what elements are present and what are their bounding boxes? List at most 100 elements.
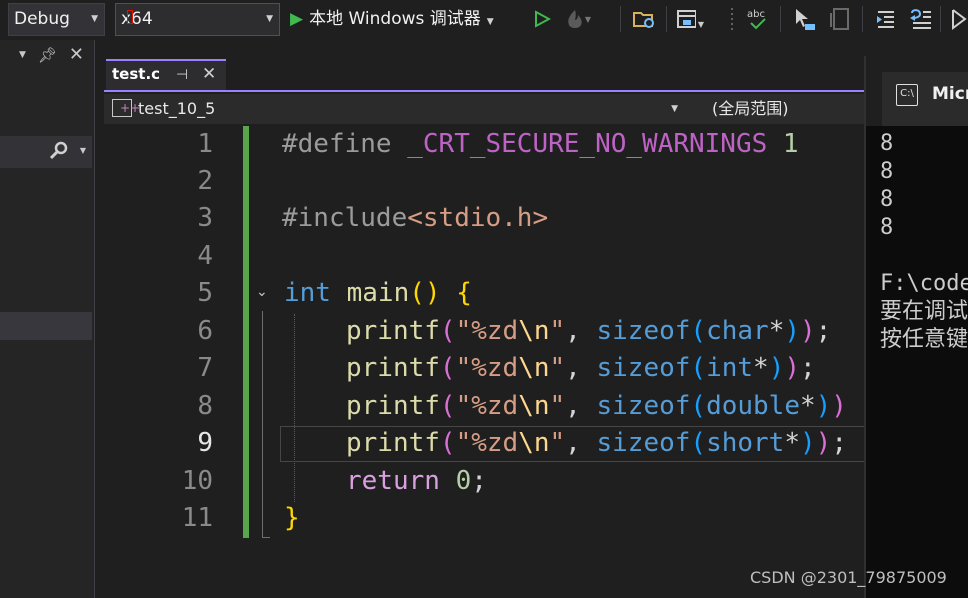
solution-config-dropdown[interactable]: Debug ▼ [8, 3, 105, 36]
pin-icon[interactable]: ⊣ [176, 67, 188, 83]
code-area[interactable]: 1 2 3 4 5 6 7 8 9 10 11 ⌄ #define _CRT_S… [104, 126, 866, 598]
project-scope-label: test_10_5 [138, 99, 216, 118]
start-debugging-button[interactable]: ▶ 本地 Windows 调试器 ▼ [290, 3, 494, 36]
panel-search-box[interactable]: ▼ [0, 136, 92, 168]
play-icon: ▶ [290, 9, 304, 29]
token: " [549, 353, 566, 383]
token: ; [815, 316, 832, 346]
console-output-line: F:\code [880, 271, 968, 296]
solution-explorer-button[interactable]: ▼ [676, 5, 704, 33]
run-label: 本地 Windows 调试器 [309, 9, 481, 29]
collapse-chevron-icon[interactable]: ⌄ [256, 284, 268, 300]
token: ( [690, 391, 707, 421]
token: return [346, 466, 440, 496]
token: ( [439, 391, 456, 421]
console-output-line: 8 [880, 187, 894, 212]
code-line-5: int main() { [284, 275, 472, 312]
chevron-down-icon: ▼ [486, 17, 494, 27]
token: _CRT_SECURE_NO_WARNINGS [407, 129, 768, 159]
token: printf [346, 316, 440, 346]
pointer-tool-button[interactable] [790, 5, 818, 33]
token: "%zd [455, 353, 519, 383]
token: ; [800, 353, 816, 383]
fold-region-line [262, 311, 263, 537]
chevron-down-icon[interactable]: ▼ [19, 46, 26, 64]
code-line-3: #include<stdio.h> [282, 200, 548, 237]
line-number: 1 [197, 129, 213, 159]
chevron-down-icon: ▼ [266, 14, 273, 24]
close-icon[interactable]: ✕ [69, 46, 84, 64]
bookmark-icon [952, 9, 967, 30]
document-icon [830, 8, 849, 30]
spell-check-button[interactable]: abc [744, 5, 772, 33]
global-scope-label: (全局范围) [712, 99, 789, 118]
token: ) [784, 316, 800, 346]
token: ( [690, 353, 707, 383]
code-line-7: printf("%zd\n", sizeof(int*)); [346, 350, 816, 387]
token: () [409, 278, 441, 308]
token: , [565, 353, 597, 383]
tab-test-c[interactable]: test.c ⊣ ✕ [106, 59, 226, 90]
open-folder-button[interactable] [630, 5, 658, 33]
svg-text:abc: abc [747, 9, 765, 20]
console-output-line: 8 [880, 159, 894, 184]
spell-check-icon: abc [747, 9, 766, 30]
token: ) [815, 391, 832, 421]
token: " [549, 316, 566, 346]
solution-config-value: Debug [14, 9, 70, 29]
token: "%zd [455, 428, 519, 458]
grip-icon [731, 8, 733, 30]
project-scope-dropdown[interactable]: ++ test_10_5 ▼ [108, 95, 678, 123]
token: printf [346, 428, 440, 458]
close-icon[interactable]: ✕ [202, 64, 216, 84]
console-titlebar: C:\ Micr [866, 56, 968, 126]
flame-icon [568, 10, 582, 28]
hot-reload-button[interactable]: ▼ [563, 5, 591, 33]
comment-button[interactable] [826, 5, 854, 33]
overflow-button[interactable] [946, 5, 968, 33]
token: ( [439, 428, 456, 458]
token: "%zd [455, 391, 519, 421]
start-without-debugging-button[interactable] [528, 5, 556, 33]
global-scope-dropdown[interactable]: (全局范围) [684, 95, 866, 123]
token: printf [346, 353, 440, 383]
decrease-indent-button[interactable] [872, 5, 900, 33]
token: <stdio.h> [407, 203, 549, 233]
console-output-line: 按任意键 [880, 327, 968, 352]
token: #include [282, 203, 408, 233]
chevron-down-icon: ▼ [584, 14, 591, 24]
toolbar-separator [780, 6, 781, 32]
token: ) [768, 353, 785, 383]
token: } [284, 503, 300, 533]
token: ; [831, 428, 847, 458]
solution-explorer-panel: ▼ 📌︎ ✕ ▼ [0, 40, 95, 598]
solution-platform-value: x64 [121, 9, 153, 29]
toolbar-separator [862, 6, 863, 32]
token: sizeof [596, 353, 691, 383]
main-toolbar: Debug ▼ x64 ▼ ▶ 本地 Windows 调试器 ▼ ▼ ▼ abc [0, 0, 968, 40]
search-icon [49, 141, 68, 160]
token: ) [831, 391, 847, 421]
token: int [284, 278, 331, 308]
token: ( [690, 316, 707, 346]
code-line-8: printf("%zd\n", sizeof(double*)) [346, 388, 847, 425]
console-output-line: 8 [880, 215, 894, 240]
line-number: 5 [197, 278, 213, 308]
word-wrap-button[interactable] [906, 5, 934, 33]
token: , [565, 316, 597, 346]
pin-icon[interactable]: 📌︎ [38, 46, 57, 64]
console-output-line: 要在调试 [880, 299, 968, 324]
selected-tree-item[interactable] [0, 312, 92, 340]
chevron-down-icon: ▼ [79, 146, 86, 155]
token: , [565, 391, 597, 421]
navigation-bar: ++ test_10_5 ▼ (全局范围) [104, 94, 866, 124]
token: 0 [439, 466, 472, 496]
token: main [330, 278, 410, 308]
console-tab[interactable]: C:\ Micr [882, 72, 968, 126]
token: ) [800, 428, 816, 458]
toolbar-separator [940, 6, 941, 32]
code-line-6: printf("%zd\n", sizeof(char*)); [346, 313, 831, 350]
code-line-10: return 0; [346, 463, 487, 500]
solution-platform-dropdown[interactable]: x64 ▼ [115, 3, 280, 36]
token: \n [518, 428, 550, 458]
